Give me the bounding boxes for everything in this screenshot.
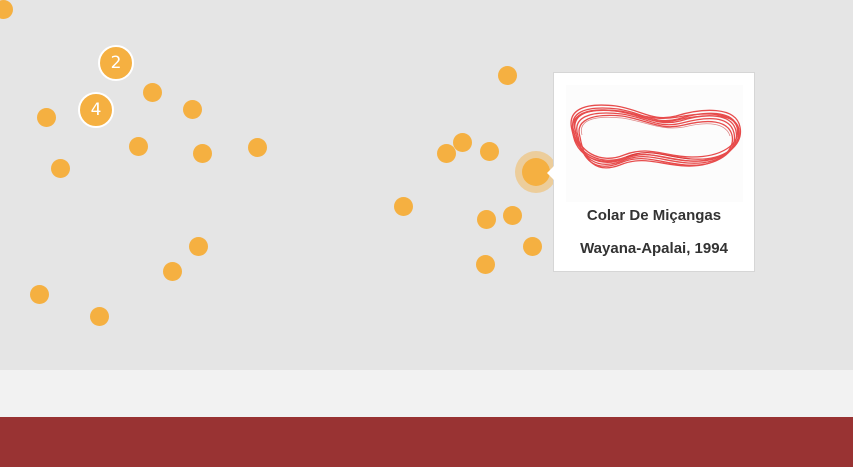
map-marker[interactable] xyxy=(522,236,542,256)
footer-bar xyxy=(0,417,853,467)
map-marker[interactable] xyxy=(188,236,208,256)
cluster-count: 4 xyxy=(90,100,102,120)
bead-necklace-photo xyxy=(566,85,743,202)
map-marker[interactable] xyxy=(50,158,70,178)
divider-strip xyxy=(0,370,853,417)
map-marker[interactable] xyxy=(89,306,109,326)
map-marker[interactable] xyxy=(142,82,162,102)
map-marker[interactable] xyxy=(452,132,472,152)
map-marker[interactable] xyxy=(29,284,49,304)
map-marker[interactable] xyxy=(247,137,267,157)
map-marker[interactable] xyxy=(0,0,13,19)
map-marker[interactable] xyxy=(497,65,517,85)
cluster-count: 2 xyxy=(110,53,122,73)
map-marker[interactable] xyxy=(475,254,495,274)
map-marker[interactable] xyxy=(436,143,456,163)
map-marker[interactable] xyxy=(192,143,212,163)
map-marker[interactable] xyxy=(479,141,499,161)
map-marker[interactable] xyxy=(502,205,522,225)
map-area[interactable]: 2 4 Colar De Miçangas Wayana-Apalai, 199… xyxy=(0,0,853,370)
map-marker[interactable] xyxy=(128,136,148,156)
map-marker[interactable] xyxy=(393,196,413,216)
popup-subtitle: Wayana-Apalai, 1994 xyxy=(580,240,728,257)
cluster-marker[interactable]: 2 xyxy=(98,45,134,81)
popup-pointer xyxy=(547,166,554,180)
cluster-marker[interactable]: 4 xyxy=(78,92,114,128)
map-marker[interactable] xyxy=(182,99,202,119)
selected-marker-core xyxy=(522,158,550,186)
item-popup[interactable]: Colar De Miçangas Wayana-Apalai, 1994 xyxy=(547,72,755,272)
map-marker[interactable] xyxy=(476,209,496,229)
map-marker[interactable] xyxy=(36,107,56,127)
popup-title: Colar De Miçangas xyxy=(586,207,722,224)
map-marker[interactable] xyxy=(162,261,182,281)
